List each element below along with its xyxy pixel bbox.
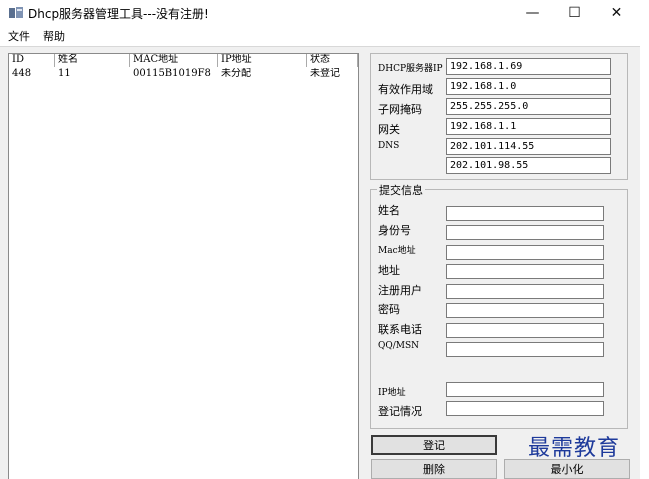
name-label: 姓名 — [378, 204, 400, 217]
delete-button[interactable]: 删除 — [371, 459, 497, 479]
registration-status-field[interactable] — [446, 401, 604, 416]
cell-status: 未登记 — [310, 68, 340, 79]
cell-name: 11 — [58, 68, 71, 79]
column-header-mac[interactable]: MAC地址 — [130, 54, 218, 67]
registered-user-field[interactable] — [446, 284, 604, 299]
cell-ip: 未分配 — [221, 68, 251, 79]
dns-label: DNS — [378, 141, 400, 151]
name-field[interactable] — [446, 206, 604, 221]
subnet-mask-field[interactable]: 255.255.255.0 — [446, 98, 611, 115]
client-list[interactable]: ID 姓名 MAC地址 IP地址 状态 448 11 00115B1019F8 … — [8, 53, 359, 479]
scope-label: 有效作用域 — [378, 83, 433, 96]
column-header-status[interactable]: 状态 — [307, 54, 358, 67]
mac-address-label: Mac地址 — [378, 246, 416, 256]
maximize-window-button[interactable]: ☐ — [552, 0, 597, 26]
gateway-label: 网关 — [378, 123, 400, 136]
submit-info-title: 提交信息 — [377, 182, 425, 198]
id-number-label: 身份号 — [378, 224, 411, 237]
address-field[interactable] — [446, 264, 604, 279]
cell-id: 448 — [12, 68, 32, 79]
menu-file[interactable]: 文件 — [8, 28, 30, 44]
ip-address-field[interactable] — [446, 382, 604, 397]
watermark-text: 最需教育 — [528, 436, 621, 461]
phone-label: 联系电话 — [378, 323, 422, 336]
minimize-button[interactable]: 最小化 — [504, 459, 630, 479]
menu-help[interactable]: 帮助 — [43, 28, 65, 44]
menu-bar: 文件 帮助 — [0, 26, 649, 44]
column-header-id[interactable]: ID — [9, 54, 55, 67]
qq-msn-label: QQ/MSN — [378, 341, 420, 351]
subnet-mask-label: 子网掩码 — [378, 103, 422, 116]
dns-primary-field[interactable]: 202.101.114.55 — [446, 138, 611, 155]
close-window-button[interactable]: ✕ — [594, 0, 639, 26]
app-icon — [9, 7, 23, 18]
id-number-field[interactable] — [446, 225, 604, 240]
window-title: Dhcp服务器管理工具---没有注册! — [28, 7, 209, 21]
dhcp-server-ip-label: DHCP服务器IP — [378, 64, 443, 74]
gateway-field[interactable]: 192.168.1.1 — [446, 118, 611, 135]
register-button[interactable]: 登记 — [371, 435, 497, 455]
cell-mac: 00115B1019F8 — [133, 68, 211, 79]
qq-msn-field[interactable] — [446, 342, 604, 357]
password-field[interactable] — [446, 303, 604, 318]
registered-user-label: 注册用户 — [378, 284, 422, 297]
column-header-name[interactable]: 姓名 — [55, 54, 130, 67]
phone-field[interactable] — [446, 323, 604, 338]
list-header: ID 姓名 MAC地址 IP地址 状态 — [9, 54, 358, 67]
table-row[interactable]: 448 11 00115B1019F8 未分配 未登记 — [9, 68, 358, 81]
dns-secondary-field[interactable]: 202.101.98.55 — [446, 157, 611, 174]
mac-address-field[interactable] — [446, 245, 604, 260]
title-bar: Dhcp服务器管理工具---没有注册! — ☐ ✕ — [0, 0, 649, 26]
minimize-window-button[interactable]: — — [510, 0, 555, 26]
ip-address-label: IP地址 — [378, 388, 406, 398]
password-label: 密码 — [378, 303, 400, 316]
registration-status-label: 登记情况 — [378, 405, 422, 418]
address-label: 地址 — [378, 264, 400, 277]
column-header-ip[interactable]: IP地址 — [218, 54, 307, 67]
dhcp-server-ip-field[interactable]: 192.168.1.69 — [446, 58, 611, 75]
scope-field[interactable]: 192.168.1.0 — [446, 78, 611, 95]
client-area: ID 姓名 MAC地址 IP地址 状态 448 11 00115B1019F8 … — [0, 46, 640, 479]
